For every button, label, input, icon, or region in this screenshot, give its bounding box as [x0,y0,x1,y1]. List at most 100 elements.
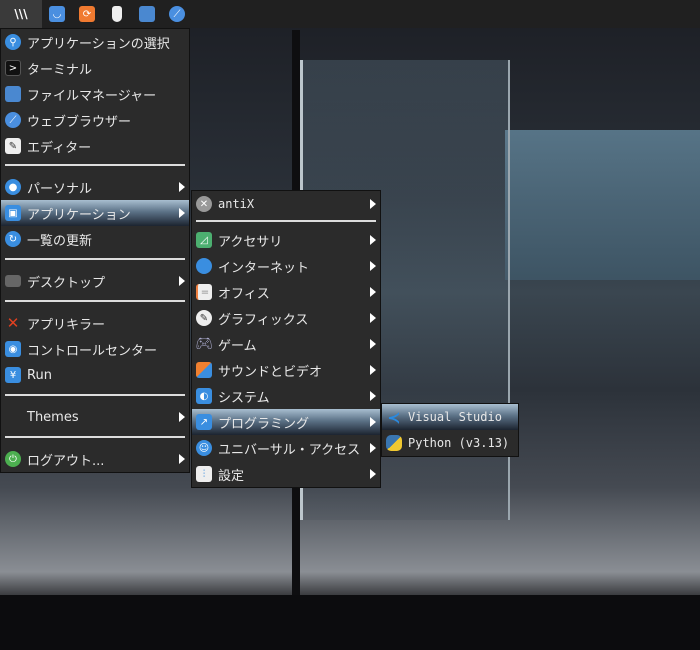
separator [5,300,185,302]
item-label: アプリケーション [27,207,131,223]
item-label: ウェブブラウザー [27,114,132,130]
item-label: コントロールセンター [27,343,158,359]
menu-item-web-browser[interactable]: ⟋ ウェブブラウザー [1,107,189,133]
submenu-item-office[interactable]: = オフィス [192,279,380,305]
menu-item-app-select[interactable]: ⚲ アプリケーションの選択 [1,29,189,55]
terminal-icon: > [5,60,21,76]
menu-item-file-manager[interactable]: ファイルマネージャー [1,81,189,107]
start-menu-button[interactable]: \\\ [0,0,42,28]
item-label: エディター [27,140,92,156]
graphics-icon: ✎ [196,310,212,326]
item-label: ファイルマネージャー [27,88,157,104]
desktop-icon [5,275,21,287]
browser-launcher[interactable]: ⟋ [162,0,192,28]
menu-item-editor[interactable]: ✎ エディター [1,133,189,159]
item-label: Run [27,367,52,383]
submenu-item-games[interactable]: 🎮︎ ゲーム [192,331,380,357]
submenu-arrow-icon [370,261,376,271]
item-label: システム [218,390,270,406]
store-launcher[interactable]: ◡ [42,0,72,28]
browser-icon: ⟋ [169,6,185,22]
submenu-item-settings[interactable]: ⫶ 設定 [192,461,380,487]
submenu-arrow-icon [370,287,376,297]
control-icon: ◉ [5,341,21,357]
item-label: アプリケーションの選択 [27,36,170,52]
store-icon: ◡ [49,6,65,22]
item-label: オフィス [218,286,270,302]
update-launcher[interactable]: ⟳ [72,0,102,28]
run-icon: ¥ [5,367,21,383]
antix-icon: ✕ [196,196,212,212]
refresh-icon: ↻ [5,231,21,247]
office-icon: = [196,284,212,300]
item-label: デスクトップ [27,275,106,291]
submenu-arrow-icon [179,182,185,192]
submenu-item-graphics[interactable]: ✎ グラフィックス [192,305,380,331]
submenu-item-antix[interactable]: ✕ antiX [192,191,380,217]
settings-icon: ⫶ [196,466,212,482]
item-label: Themes [27,409,79,425]
submenu-arrow-icon [370,199,376,209]
menu-item-logout[interactable]: ⏻ ログアウト... [1,446,189,472]
item-label: Python (v3.13) [408,436,510,450]
item-label: パーソナル [27,181,93,197]
python-icon [386,435,402,451]
programming-submenu: ≺ Visual Studio Python (v3.13) [381,403,519,457]
menu-item-personal[interactable]: ● パーソナル [1,174,189,200]
menu-item-run[interactable]: ¥ Run [1,362,189,388]
internet-icon [196,258,212,274]
item-label: プログラミング [218,416,310,432]
gamepad-icon: 🎮︎ [195,336,213,352]
applications-submenu: ✕ antiX ◿ アクセサリ インターネット = オフィス ✎ グラフィックス 🎮︎ ゲ… [191,190,381,488]
folder-launcher[interactable] [132,0,162,28]
menu-item-refresh[interactable]: ↻ 一覧の更新 [1,226,189,252]
system-icon: ◐ [196,388,212,404]
search-icon: ⚲ [5,34,21,50]
menu-item-terminal[interactable]: > ターミナル [1,55,189,81]
submenu-item-accessories[interactable]: ◿ アクセサリ [192,227,380,253]
user-icon: ● [5,179,21,195]
submenu-item-programming[interactable]: ↗ プログラミング [192,409,380,435]
menu-item-control-center[interactable]: ◉ コントロールセンター [1,336,189,362]
usb-icon [112,6,122,22]
menu-item-themes[interactable]: Themes [1,404,189,430]
menu-item-app-killer[interactable]: ✕ アプリキラー [1,310,189,336]
submenu-arrow-icon [370,469,376,479]
update-icon: ⟳ [79,6,95,22]
item-label: グラフィックス [218,312,309,328]
browser-icon: ⟋ [5,112,21,128]
menu-item-applications[interactable]: ▣ アプリケーション [1,200,189,226]
wallpaper-wall [505,130,700,280]
separator [5,164,185,166]
item-label: ユニバーサル・アクセス [218,442,361,458]
submenu-item-visual-studio[interactable]: ≺ Visual Studio [382,404,518,430]
menu-item-desktop[interactable]: デスクトップ [1,268,189,294]
item-label: Visual Studio [408,410,502,424]
submenu-item-python[interactable]: Python (v3.13) [382,430,518,456]
accessibility-icon: ☺ [196,440,212,456]
submenu-item-sound-video[interactable]: サウンドとビデオ [192,357,380,383]
submenu-arrow-icon [179,412,185,422]
item-label: アプリキラー [27,317,106,333]
item-label: インターネット [218,260,310,276]
separator [5,436,185,438]
submenu-item-universal-access[interactable]: ☺ ユニバーサル・アクセス [192,435,380,461]
start-label: \\\ [14,7,28,21]
submenu-item-internet[interactable]: インターネット [192,253,380,279]
separator [5,258,185,260]
apps-icon: ▣ [5,205,21,221]
main-menu: ⚲ アプリケーションの選択 > ターミナル ファイルマネージャー ⟋ ウェブブラウザー… [0,28,190,473]
multimedia-icon [196,362,212,378]
submenu-arrow-icon [370,391,376,401]
item-label: ゲーム [218,338,257,354]
submenu-arrow-icon [370,443,376,453]
separator [5,394,185,396]
submenu-arrow-icon [179,454,185,464]
power-icon: ⏻ [5,451,21,467]
usb-launcher[interactable] [102,0,132,28]
submenu-item-system[interactable]: ◐ システム [192,383,380,409]
wallpaper-floor [0,595,700,650]
item-label: ターミナル [27,62,93,78]
folder-icon [139,6,155,22]
item-label: サウンドとビデオ [218,364,323,380]
